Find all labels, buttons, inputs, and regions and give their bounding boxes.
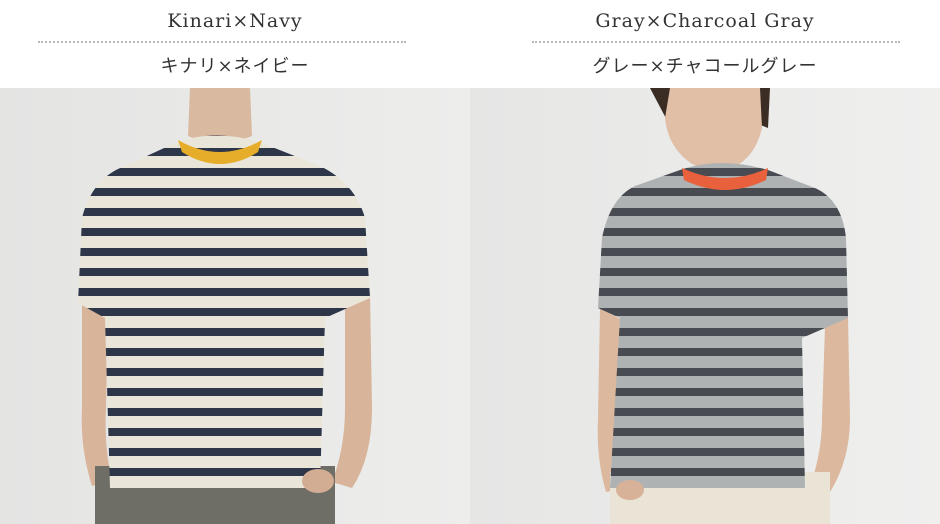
color-name-en-right: Gray×Charcoal Gray [595,10,815,32]
color-name-jp-left: キナリ×ネイビー [160,56,310,77]
product-photo-kinari-navy [0,88,470,524]
product-photo-gray-charcoal [470,88,940,524]
dotted-divider-left [38,41,406,43]
dotted-divider-right [532,41,900,43]
color-name-en-left: Kinari×Navy [167,10,303,32]
product-color-comparison: Kinari×Navy キナリ×ネイビー Gray×Charcoal Gray … [0,0,940,524]
color-name-jp-right: グレー×チャコールグレー [592,56,818,77]
